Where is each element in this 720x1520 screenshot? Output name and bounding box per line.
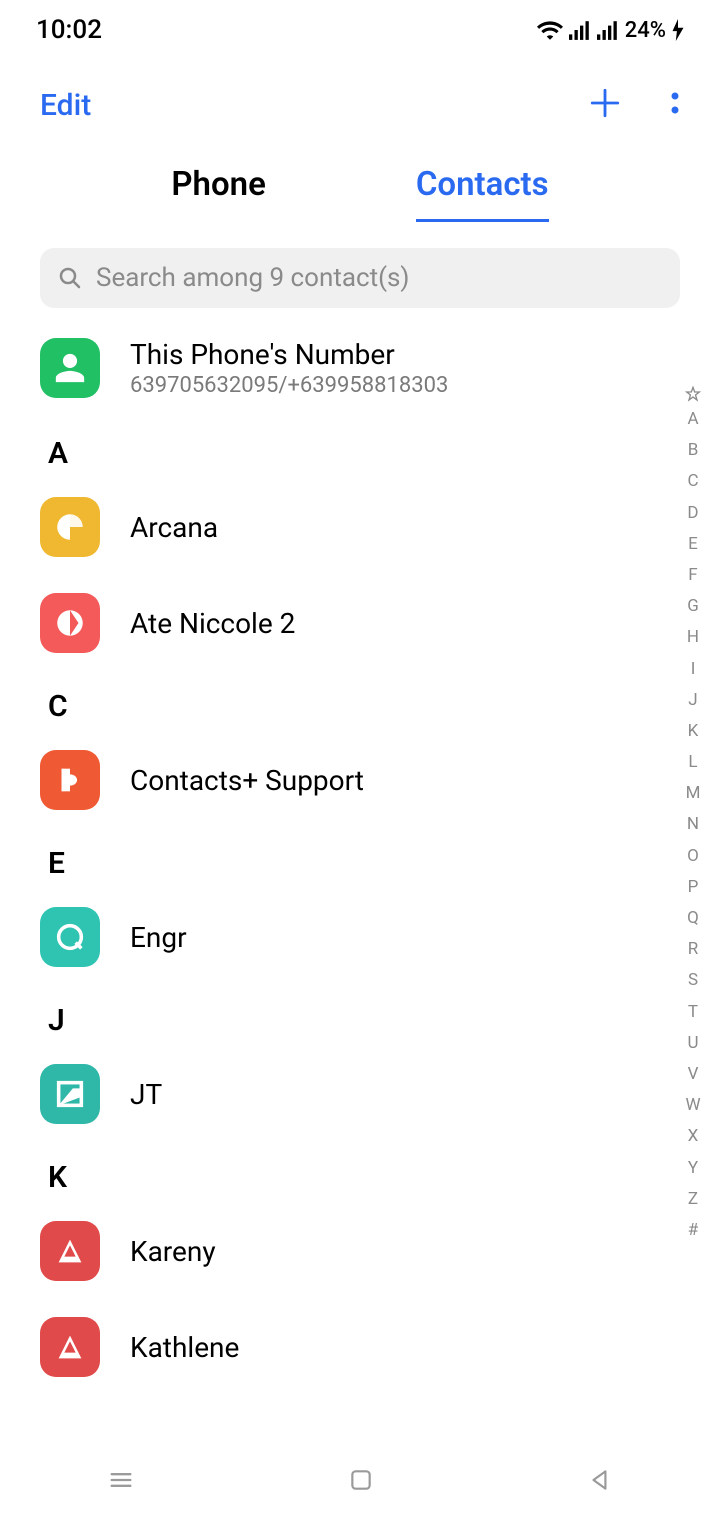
section-header: J <box>40 985 720 1046</box>
contact-name: Kareny <box>130 1235 216 1268</box>
index-letter[interactable]: M <box>686 780 701 807</box>
star-icon <box>685 386 701 402</box>
index-letter[interactable]: L <box>688 749 697 776</box>
index-letter[interactable]: C <box>687 468 698 495</box>
index-letter[interactable]: K <box>688 718 699 745</box>
battery-text: 24% <box>625 18 666 43</box>
contact-row[interactable]: Ate Niccole 2 <box>40 575 720 671</box>
contact-avatar-icon <box>40 1317 100 1377</box>
index-letter[interactable]: W <box>685 1092 700 1119</box>
index-letter[interactable]: E <box>688 531 698 558</box>
index-letter[interactable]: X <box>688 1123 699 1150</box>
app-bar: Edit <box>0 60 720 150</box>
contact-avatar-icon <box>40 593 100 653</box>
back-triangle-icon <box>587 1467 613 1493</box>
contact-row[interactable]: JT <box>40 1046 720 1142</box>
search-icon <box>58 266 82 290</box>
index-letter[interactable]: N <box>687 811 699 838</box>
edit-button[interactable]: Edit <box>40 88 91 123</box>
contact-row[interactable]: Engr <box>40 889 720 985</box>
contact-avatar-icon <box>40 497 100 557</box>
contact-row[interactable]: Kareny <box>40 1203 720 1299</box>
contact-avatar-icon <box>40 750 100 810</box>
tab-contacts[interactable]: Contacts <box>416 165 549 216</box>
nav-back-button[interactable] <box>587 1467 613 1493</box>
index-letter[interactable]: Y <box>688 1155 698 1182</box>
section-header: C <box>40 671 720 732</box>
own-number-row[interactable]: This Phone's Number 639705632095/+639958… <box>40 318 720 418</box>
contact-name: Ate Niccole 2 <box>130 607 295 640</box>
section-header: A <box>40 418 720 479</box>
index-letter[interactable]: S <box>688 967 698 994</box>
search-input[interactable]: Search among 9 contact(s) <box>40 248 680 308</box>
contact-avatar-icon <box>40 907 100 967</box>
tab-phone[interactable]: Phone <box>171 165 265 216</box>
section-header: K <box>40 1142 720 1203</box>
appbar-actions <box>588 86 680 124</box>
nav-recent-button[interactable] <box>107 1466 135 1494</box>
index-letter[interactable]: I <box>691 656 696 683</box>
section-header: E <box>40 828 720 889</box>
index-letter[interactable]: Q <box>687 905 699 932</box>
index-letter[interactable]: # <box>688 1217 698 1244</box>
charging-icon <box>672 19 684 41</box>
system-nav-bar <box>0 1440 720 1520</box>
contact-row[interactable]: Kathlene <box>40 1299 720 1395</box>
tab-bar: Phone Contacts <box>0 150 720 230</box>
status-right: 24% <box>537 18 684 43</box>
index-letter[interactable]: J <box>688 687 697 714</box>
contact-avatar-icon <box>40 1221 100 1281</box>
index-letter[interactable]: U <box>687 1030 698 1057</box>
section-header: M <box>40 1395 720 1418</box>
nav-home-button[interactable] <box>348 1467 374 1493</box>
index-letter[interactable]: P <box>688 874 699 901</box>
contact-list[interactable]: This Phone's Number 639705632095/+639958… <box>0 318 720 1418</box>
signal-icon <box>569 20 591 40</box>
index-letter[interactable]: D <box>687 500 698 527</box>
contact-row[interactable]: Contacts+ Support <box>40 732 720 828</box>
square-icon <box>348 1467 374 1493</box>
index-letter[interactable]: G <box>687 593 699 620</box>
plus-icon <box>588 86 622 120</box>
search-placeholder: Search among 9 contact(s) <box>96 263 410 293</box>
contact-row[interactable]: Arcana <box>40 479 720 575</box>
status-bar: 10:02 24% <box>0 0 720 60</box>
contact-name: Contacts+ Support <box>130 764 364 797</box>
signal-icon-2 <box>597 20 619 40</box>
own-name: This Phone's Number <box>130 338 448 371</box>
more-button[interactable] <box>670 89 680 121</box>
index-scrollbar[interactable]: A B C D E F G H I J K L M N O P Q R S T … <box>678 386 708 1244</box>
index-letter[interactable]: V <box>688 1061 699 1088</box>
person-icon <box>40 338 100 398</box>
contact-name: Arcana <box>130 511 218 544</box>
wifi-icon <box>537 20 563 40</box>
more-vertical-icon <box>670 89 680 117</box>
index-letter[interactable]: T <box>688 999 698 1026</box>
index-letter[interactable]: Z <box>688 1186 698 1213</box>
index-letter[interactable]: H <box>687 624 699 651</box>
index-letter[interactable]: B <box>688 437 699 464</box>
status-time: 10:02 <box>36 15 102 45</box>
menu-icon <box>107 1466 135 1494</box>
index-letter[interactable]: R <box>688 936 698 963</box>
contact-name: Kathlene <box>130 1331 239 1364</box>
index-letter[interactable]: O <box>687 843 699 870</box>
own-sub: 639705632095/+639958818303 <box>130 373 448 398</box>
add-contact-button[interactable] <box>588 86 622 124</box>
index-letter[interactable]: F <box>688 562 697 589</box>
contact-name: JT <box>130 1078 162 1111</box>
index-letter[interactable]: A <box>687 406 698 433</box>
contact-name: Engr <box>130 921 187 954</box>
contact-avatar-icon <box>40 1064 100 1124</box>
